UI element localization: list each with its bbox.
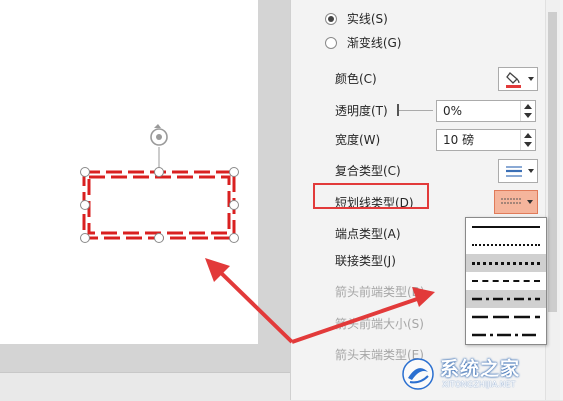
compound-lines-icon	[506, 166, 522, 177]
dash-option-round-dot[interactable]	[466, 236, 546, 254]
width-input[interactable]: 10 磅	[436, 129, 536, 151]
arrow-begin-type-row: 箭头前端类型(B)	[335, 281, 425, 303]
dash-type-dropdown[interactable]	[465, 217, 547, 345]
arrow-begin-size-label: 箭头前端大小(S)	[335, 317, 424, 331]
paint-bucket-icon	[506, 72, 521, 88]
width-row: 宽度(W)	[335, 129, 380, 151]
arrow-begin-size-row: 箭头前端大小(S)	[335, 313, 424, 335]
status-bar	[0, 372, 290, 401]
transparency-value: 0%	[443, 104, 463, 118]
dash-preview-icon	[501, 198, 521, 204]
watermark-brand: 系统之家	[440, 358, 521, 380]
join-type-label: 联接类型(J)	[335, 254, 396, 268]
color-picker-button[interactable]	[498, 67, 538, 91]
spin-arrows[interactable]	[520, 101, 535, 121]
transparency-slider-thumb[interactable]	[397, 104, 399, 116]
watermark-url: XITONGZHIJIA.NET	[442, 380, 516, 389]
transparency-input[interactable]: 0%	[436, 100, 536, 122]
dash-option-square-dot[interactable]	[466, 254, 546, 272]
chevron-down-icon	[527, 200, 533, 204]
transparency-row: 透明度(T)	[335, 100, 388, 122]
rotate-icon[interactable]	[150, 124, 168, 146]
dash-type-button[interactable]	[494, 190, 538, 214]
dash-option-long-dash-dot[interactable]	[466, 326, 546, 344]
join-type-row: 联接类型(J)	[335, 250, 396, 272]
dash-option-dash[interactable]	[466, 272, 546, 290]
radio-label: 渐变线(G)	[346, 36, 402, 50]
dash-option-dash-dot[interactable]	[466, 290, 546, 308]
selected-shape[interactable]	[0, 0, 258, 344]
compound-type-label: 复合类型(C)	[335, 164, 401, 178]
compound-type-row: 复合类型(C)	[335, 160, 401, 182]
dash-option-long-dash[interactable]	[466, 308, 546, 326]
cap-type-row: 端点类型(A)	[335, 223, 401, 245]
radio-button[interactable]	[325, 36, 337, 49]
arrow-begin-type-label: 箭头前端类型(B)	[335, 285, 425, 299]
chevron-down-icon	[528, 169, 534, 173]
cap-type-label: 端点类型(A)	[335, 227, 401, 241]
color-row: 颜色(C)	[335, 68, 377, 90]
scroll-thumb[interactable]	[548, 12, 557, 312]
chevron-down-icon	[528, 77, 534, 81]
spin-arrows[interactable]	[520, 130, 535, 150]
compound-type-button[interactable]	[498, 159, 538, 183]
radio-solid-line[interactable]: 实线(S)	[325, 9, 388, 29]
width-label: 宽度(W)	[335, 133, 381, 147]
transparency-slider-track[interactable]	[397, 110, 433, 111]
dash-type-highlight-box	[313, 183, 429, 209]
color-label: 颜色(C)	[335, 72, 377, 86]
slide-area[interactable]	[0, 0, 258, 344]
pane-scrollbar[interactable]	[545, 0, 560, 400]
radio-label: 实线(S)	[346, 12, 388, 26]
width-value: 10 磅	[443, 133, 475, 147]
transparency-label: 透明度(T)	[335, 104, 388, 118]
watermark: 系统之家 XITONGZHIJIA.NET	[398, 352, 558, 396]
watermark-logo-icon	[402, 358, 434, 390]
radio-button[interactable]	[325, 12, 337, 25]
radio-gradient-line[interactable]: 渐变线(G)	[325, 33, 402, 53]
dash-option-solid[interactable]	[466, 218, 546, 236]
